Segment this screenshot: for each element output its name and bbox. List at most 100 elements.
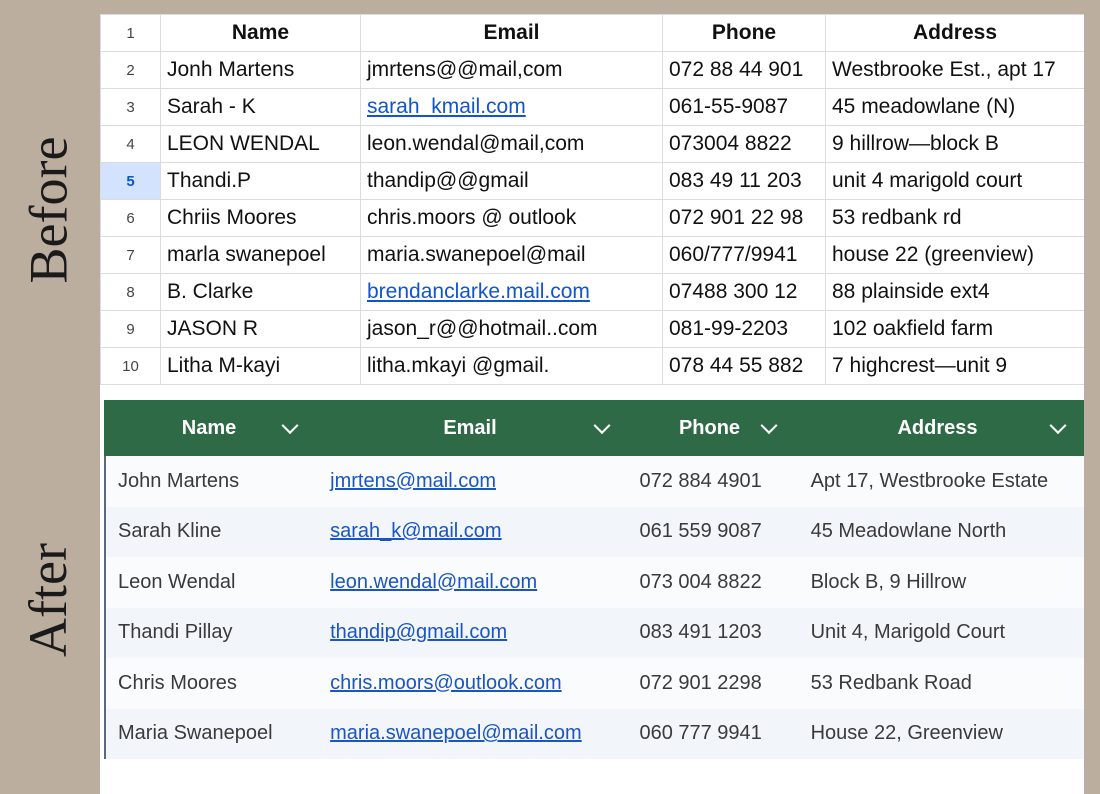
column-header-email[interactable]: Email [360,14,663,52]
cell-name[interactable]: Litha M-kayi [160,347,361,385]
cell-email[interactable]: chris.moors@outlook.com [318,672,627,695]
cell-name: Chris Moores [118,671,237,694]
cell-name: Thandi Pillay [118,621,233,644]
cell-name: Leon Wendal [118,570,236,593]
cell-phone[interactable]: 083 49 11 203 [662,162,826,200]
column-header-phone[interactable]: Phone [626,400,793,456]
cell-address[interactable]: house 22 (greenview) [825,236,1084,274]
cell-address[interactable]: 45 meadowlane (N) [825,88,1084,126]
table-row: 8 B. Clarke brendanclarke.mail.com 07488 30… [100,273,1084,311]
chevron-down-icon[interactable] [760,417,778,435]
cell-email[interactable]: maria.swanepoel@mail [360,236,663,274]
table-row: Sarah Kline sarah_k@mail.com 061 559 9087 4… [106,506,1084,557]
cell-phone: 073 004 8822 [639,570,762,593]
column-header-email[interactable]: Email [314,400,626,456]
cell-phone[interactable]: 061-55-9087 [662,88,826,126]
table-row: 3 Sarah - Ksarah_kmail.com 061-55-9087 45 m… [100,88,1084,126]
cell-email[interactable]: jmrtens@@mail,com [360,51,663,89]
cell-phone[interactable]: 072 901 22 98 [662,199,826,237]
cell-name[interactable]: Sarah - K [160,88,361,126]
cell-phone[interactable]: 081-99-2203 [662,310,826,348]
cell-email[interactable]: sarah_k@mail.com [318,520,627,543]
cell-email[interactable]: jason_r@@hotmail..com [360,310,663,348]
cell-address[interactable]: 102 oakfield farm [825,310,1084,348]
cell-address[interactable]: 7 highcrest—unit 9 [825,347,1084,385]
cell-name[interactable]: Chriis Moores [160,199,361,237]
cell-email[interactable]: sarah_kmail.com [360,88,663,126]
cell-name[interactable]: LEON WENDAL [160,125,361,163]
cell-name[interactable]: Jonh Martens [160,51,361,89]
cell-name[interactable]: marla swanepoel [160,236,361,274]
table-row: 2 Jonh Martens jmrtens@@mail,com 072 88 44 … [100,51,1084,89]
table-row: John Martens jmrtens@mail.com 072 884 4901… [106,456,1084,507]
cell-email[interactable]: brendanclarke.mail.com [360,273,663,311]
column-header-label: Address [897,416,978,439]
cell-address[interactable]: 88 plainside ext4 [825,273,1084,311]
cell-email[interactable]: chris.moors @ outlook [360,199,663,237]
column-header-name[interactable]: Name [104,400,314,456]
column-header-address[interactable]: Address [793,400,1082,456]
table-row: 9 JASON Rjason_r@@hotmail..com 081-99-2203… [100,310,1084,348]
cell-name[interactable]: Thandi.P [160,162,361,200]
cell-phone[interactable]: 060/777/9941 [662,236,826,274]
after-table-body: John Martens jmrtens@mail.com 072 884 4901… [104,456,1084,759]
row-number[interactable]: 9 [100,310,161,348]
cell-name: Sarah Kline [118,520,222,543]
cell-address[interactable]: Westbrooke Est., apt 17 [825,51,1084,89]
cell-phone: 060 777 9941 [639,722,762,745]
column-header-label: Phone [678,416,741,439]
column-header-label: Name [181,416,237,439]
before-label: Before [8,20,88,400]
row-number[interactable]: 7 [100,236,161,274]
cell-name[interactable]: B. Clarke [160,273,361,311]
cell-address: House 22, Greenview [810,722,1003,745]
after-table: Name Email Phone Address John Martens jmr… [100,400,1084,794]
row-number[interactable]: 2 [100,51,161,89]
cell-email[interactable]: thandip@@gmail [360,162,663,200]
column-header-phone[interactable]: Phone [662,14,826,52]
before-label-text: Before [18,136,79,284]
column-header-name[interactable]: Name [160,14,361,52]
after-label-text: After [18,543,78,657]
cell-email[interactable]: thandip@gmail.com [318,621,627,644]
cell-address[interactable]: unit 4 marigold court [825,162,1084,200]
cell-email[interactable]: jmrtens@mail.com [318,470,627,493]
row-number[interactable]: 6 [100,199,161,237]
row-number[interactable]: 10 [100,347,161,385]
cell-name: Maria Swanepoel [118,722,273,745]
table-row: 6 Chriis Moores chris.moors @ outlook 072 9… [100,199,1084,237]
row-number[interactable]: 8 [100,273,161,311]
cell-phone[interactable]: 072 88 44 901 [662,51,826,89]
cell-email[interactable]: litha.mkayi @gmail. [360,347,663,385]
cell-address: 53 Redbank Road [810,671,972,694]
cell-phone[interactable]: 078 44 55 882 [662,347,826,385]
table-row: 7 marla swanepoel maria.swanepoel@mail 060/… [100,236,1084,274]
header-row: 1 Name Email Phone Address [100,14,1084,52]
cell-address: 45 Meadowlane North [810,520,1007,543]
cell-address: Apt 17, Westbrooke Estate [810,469,1049,492]
table-row: 10 Litha M-kayi litha.mkayi @gmail. 078 44 … [100,347,1084,385]
row-number[interactable]: 4 [100,125,161,163]
cell-email[interactable]: leon.wendal@mail,com [360,125,663,163]
cell-address: Block B, 9 Hillrow [810,570,967,593]
cell-email[interactable]: maria.swanepoel@mail.com [318,722,627,745]
cell-name: John Martens [118,469,240,492]
cell-phone[interactable]: 07488 300 12 [662,273,826,311]
chevron-down-icon[interactable] [1049,417,1067,435]
chevron-down-icon[interactable] [593,417,611,435]
table-row: Leon Wendal leon.wendal@mail.com 073 004 8… [106,557,1084,608]
cell-phone[interactable]: 073004 8822 [662,125,826,163]
row-number[interactable]: 3 [100,88,161,126]
cell-address[interactable]: 53 redbank rd [825,199,1084,237]
cell-email[interactable]: leon.wendal@mail.com [318,571,627,594]
row-number[interactable]: 1 [100,14,161,52]
cell-phone: 072 901 2298 [639,671,762,694]
column-header-address[interactable]: Address [825,14,1084,52]
cell-address[interactable]: 9 hillrow—block B [825,125,1084,163]
cell-phone: 083 491 1203 [639,621,762,644]
table-row: Chris Moores chris.moors@outlook.com 072 9… [106,658,1084,709]
table-row: Maria Swanepoel maria.swanepoel@mail.com 0… [106,708,1084,759]
row-number[interactable]: 5 [100,162,161,200]
cell-name[interactable]: JASON R [160,310,361,348]
chevron-down-icon[interactable] [281,417,299,435]
